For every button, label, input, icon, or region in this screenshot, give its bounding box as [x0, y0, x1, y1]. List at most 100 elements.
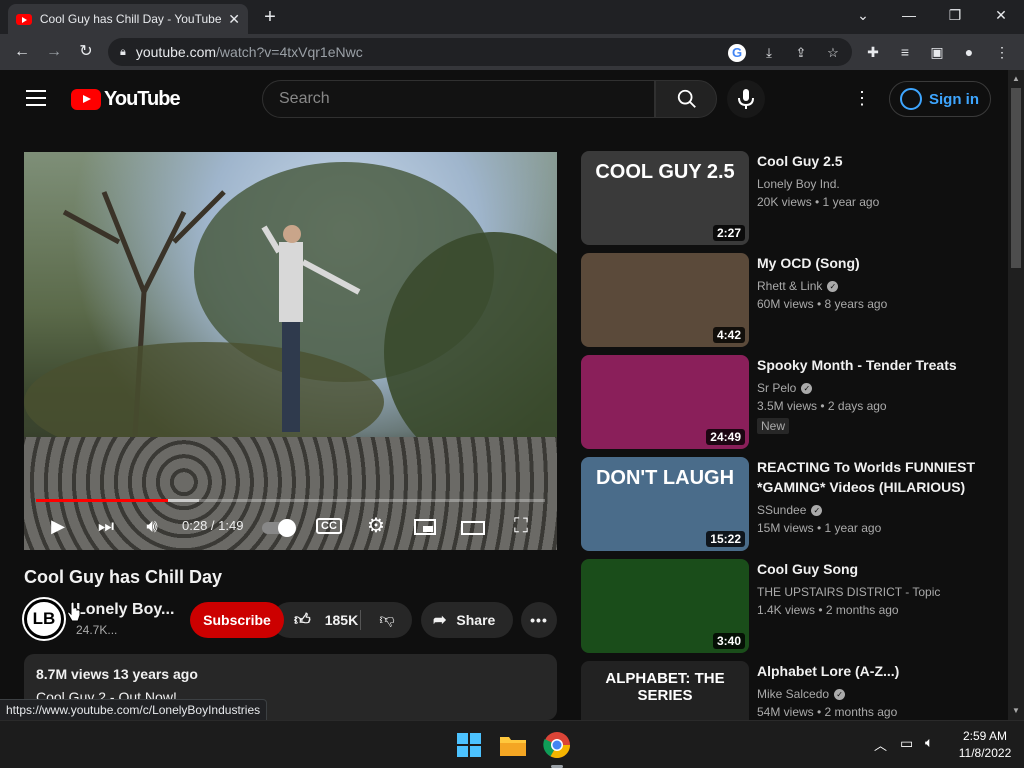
browser-toolbar: ← → ↻ 🔒︎ youtube.com/watch?v=4txVqr1eNwc… [0, 34, 1024, 70]
video-duration: 2:27 [712, 225, 745, 241]
recommended-video-meta: 1.4K views • 2 months ago [757, 603, 899, 617]
recommended-channel-name[interactable]: Rhett & Link ✓ [757, 279, 839, 293]
settings-gear-icon[interactable]: ⚙ [364, 514, 388, 538]
sign-in-button[interactable]: Sign in [889, 81, 991, 117]
scroll-down-icon[interactable]: ▼ [1012, 706, 1020, 715]
recommended-channel-name[interactable]: SSundee ✓ [757, 503, 823, 517]
theater-mode-icon[interactable] [460, 514, 486, 538]
recommended-video[interactable]: 3:40 Cool Guy Song THE UPSTAIRS DISTRICT -… [581, 559, 1001, 653]
captions-icon[interactable]: CC [316, 514, 342, 538]
recommended-video-title[interactable]: Spooky Month - Tender Treats [757, 355, 987, 375]
address-bar[interactable]: 🔒︎ youtube.com/watch?v=4txVqr1eNwc G ⤓ ⇪… [108, 38, 852, 66]
video-thumbnail[interactable]: 4:42 [581, 253, 749, 347]
tab-close-icon[interactable]: ✕ [228, 11, 240, 28]
video-duration: 3:40 [712, 633, 745, 649]
side-panel-icon[interactable]: ▣ [928, 43, 946, 61]
new-tab-button[interactable]: + [258, 4, 282, 30]
progress-bar[interactable] [36, 499, 545, 502]
like-divider [360, 610, 361, 630]
hamburger-menu-icon[interactable] [26, 90, 46, 106]
reload-icon[interactable]: ↻ [72, 38, 100, 66]
bookmark-star-icon[interactable]: ☆ [824, 44, 842, 62]
video-thumbnail[interactable]: COOL GUY 2.5 2:27 [581, 151, 749, 245]
recommended-video[interactable]: 4:42 My OCD (Song) Rhett & Link ✓ 60M views … [581, 253, 1001, 347]
restore-button[interactable]: ❐ [932, 0, 978, 30]
dislike-button[interactable]: 👎︎ [372, 602, 402, 638]
recommended-channel-name[interactable]: Lonely Boy Ind. [757, 177, 840, 191]
volume-icon[interactable]: 🔊︎ [140, 514, 164, 538]
video-thumbnail[interactable]: 24:49 [581, 355, 749, 449]
back-arrow-icon[interactable]: ← [8, 38, 36, 66]
scroll-up-icon[interactable]: ▲ [1012, 74, 1020, 83]
system-clock[interactable]: 2:59 AM 11/8/2022 [950, 728, 1020, 762]
progress-played [36, 499, 169, 502]
recommended-video[interactable]: COOL GUY 2.5 2:27 Cool Guy 2.5 Lonely Boy I… [581, 151, 1001, 245]
recommended-video-meta: 60M views • 8 years ago [757, 297, 888, 311]
file-explorer-icon[interactable] [497, 729, 529, 761]
fullscreen-icon[interactable]: ⛶ [508, 514, 534, 538]
speaker-icon[interactable]: 🔈︎ [925, 734, 933, 751]
recommended-channel-name[interactable]: Mike Salcedo ✓ [757, 687, 846, 701]
recommended-video-title[interactable]: My OCD (Song) [757, 253, 987, 273]
channel-avatar[interactable]: LB [24, 599, 64, 639]
extensions-icon[interactable]: ✚ [864, 43, 882, 61]
video-player[interactable]: ▶ ⏭ 🔊︎ 0:28 / 1:49 CC ⚙ ⛶ [24, 152, 557, 550]
play-icon[interactable]: ▶ [46, 514, 70, 538]
recommended-video-title[interactable]: Alphabet Lore (A-Z...) [757, 661, 987, 681]
youtube-logo[interactable]: YouTube [71, 88, 181, 111]
autoplay-toggle[interactable] [260, 514, 296, 538]
minimize-button[interactable]: — [886, 0, 932, 30]
network-icon[interactable]: ▭ [900, 735, 913, 752]
channel-label: SSundee [757, 503, 807, 517]
scrollbar-thumb[interactable] [1011, 88, 1021, 268]
recommended-video-title[interactable]: Cool Guy Song [757, 559, 987, 579]
windows-start-icon[interactable] [453, 729, 485, 761]
google-lens-icon[interactable]: G [728, 44, 746, 62]
share-button[interactable]: ➦ Share [421, 602, 513, 638]
channel-label: Lonely Boy Ind. [757, 177, 840, 191]
miniplayer-icon[interactable] [412, 514, 438, 538]
share-page-icon[interactable]: ⇪ [792, 44, 810, 62]
profile-icon[interactable]: ● [960, 43, 978, 61]
recommended-channel-name[interactable]: Sr Pelo ✓ [757, 381, 813, 395]
close-window-button[interactable]: ✕ [978, 0, 1024, 30]
voice-search-button[interactable] [727, 80, 765, 118]
recommended-video[interactable]: DON'T LAUGH 15:22 REACTING To Worlds FUNNI… [581, 457, 1001, 551]
recommended-video-meta: 54M views • 2 months ago [757, 705, 898, 719]
chrome-icon[interactable] [541, 729, 573, 768]
more-actions-button[interactable]: ••• [521, 602, 557, 638]
recommended-video-meta: 3.5M views • 2 days ago [757, 399, 887, 413]
account-icon [900, 88, 922, 110]
forward-arrow-icon[interactable]: → [40, 38, 68, 66]
search-input[interactable]: Search [262, 80, 655, 118]
recommended-video-title[interactable]: Cool Guy 2.5 [757, 151, 987, 171]
video-duration: 24:49 [706, 429, 745, 445]
settings-more-icon[interactable]: ⋮ [852, 88, 872, 108]
video-thumbnail[interactable]: DON'T LAUGH 15:22 [581, 457, 749, 551]
show-hidden-icons-chevron-icon[interactable]: ︿ [874, 735, 887, 754]
channel-label: Mike Salcedo [757, 687, 830, 701]
thumbnail-text: DON'T LAUGH [595, 467, 735, 489]
recommended-video-meta: 20K views • 1 year ago [757, 195, 880, 209]
tab-search-icon[interactable]: ⌄ [840, 0, 886, 30]
recommended-video[interactable]: 24:49 Spooky Month - Tender Treats Sr Pelo… [581, 355, 1001, 449]
install-app-icon[interactable]: ⤓ [760, 44, 778, 62]
recommended-video-title[interactable]: REACTING To Worlds FUNNIEST *GAMING* Vid… [757, 457, 987, 497]
recommended-channel-name[interactable]: THE UPSTAIRS DISTRICT - Topic [757, 585, 940, 599]
channel-name-link[interactable]: Lonely Boy... [76, 601, 174, 619]
channel-label: Rhett & Link [757, 279, 823, 293]
video-thumbnail[interactable]: 3:40 [581, 559, 749, 653]
windows-taskbar: ︿ ▭ 🔈︎ 2:59 AM 11/8/2022 [0, 720, 1024, 768]
chrome-menu-icon[interactable]: ⋮ [993, 43, 1011, 61]
search-button[interactable] [655, 80, 717, 118]
recommended-video-meta: 15M views • 1 year ago [757, 521, 882, 535]
browser-tab[interactable]: Cool Guy has Chill Day - YouTube ✕ [8, 4, 248, 34]
status-bar-url: https://www.youtube.com/c/LonelyBoyIndus… [0, 699, 268, 721]
tab-title: Cool Guy has Chill Day - YouTube [39, 12, 222, 26]
next-video-icon[interactable]: ⏭ [94, 514, 118, 538]
page-scrollbar[interactable]: ▲ ▼ [1008, 70, 1024, 720]
like-button[interactable]: 👍︎ 185K [282, 602, 358, 638]
media-controls-icon[interactable]: ≡ [896, 43, 914, 61]
url-domain: youtube.com [135, 44, 217, 60]
subscribe-button[interactable]: Subscribe [190, 602, 284, 638]
